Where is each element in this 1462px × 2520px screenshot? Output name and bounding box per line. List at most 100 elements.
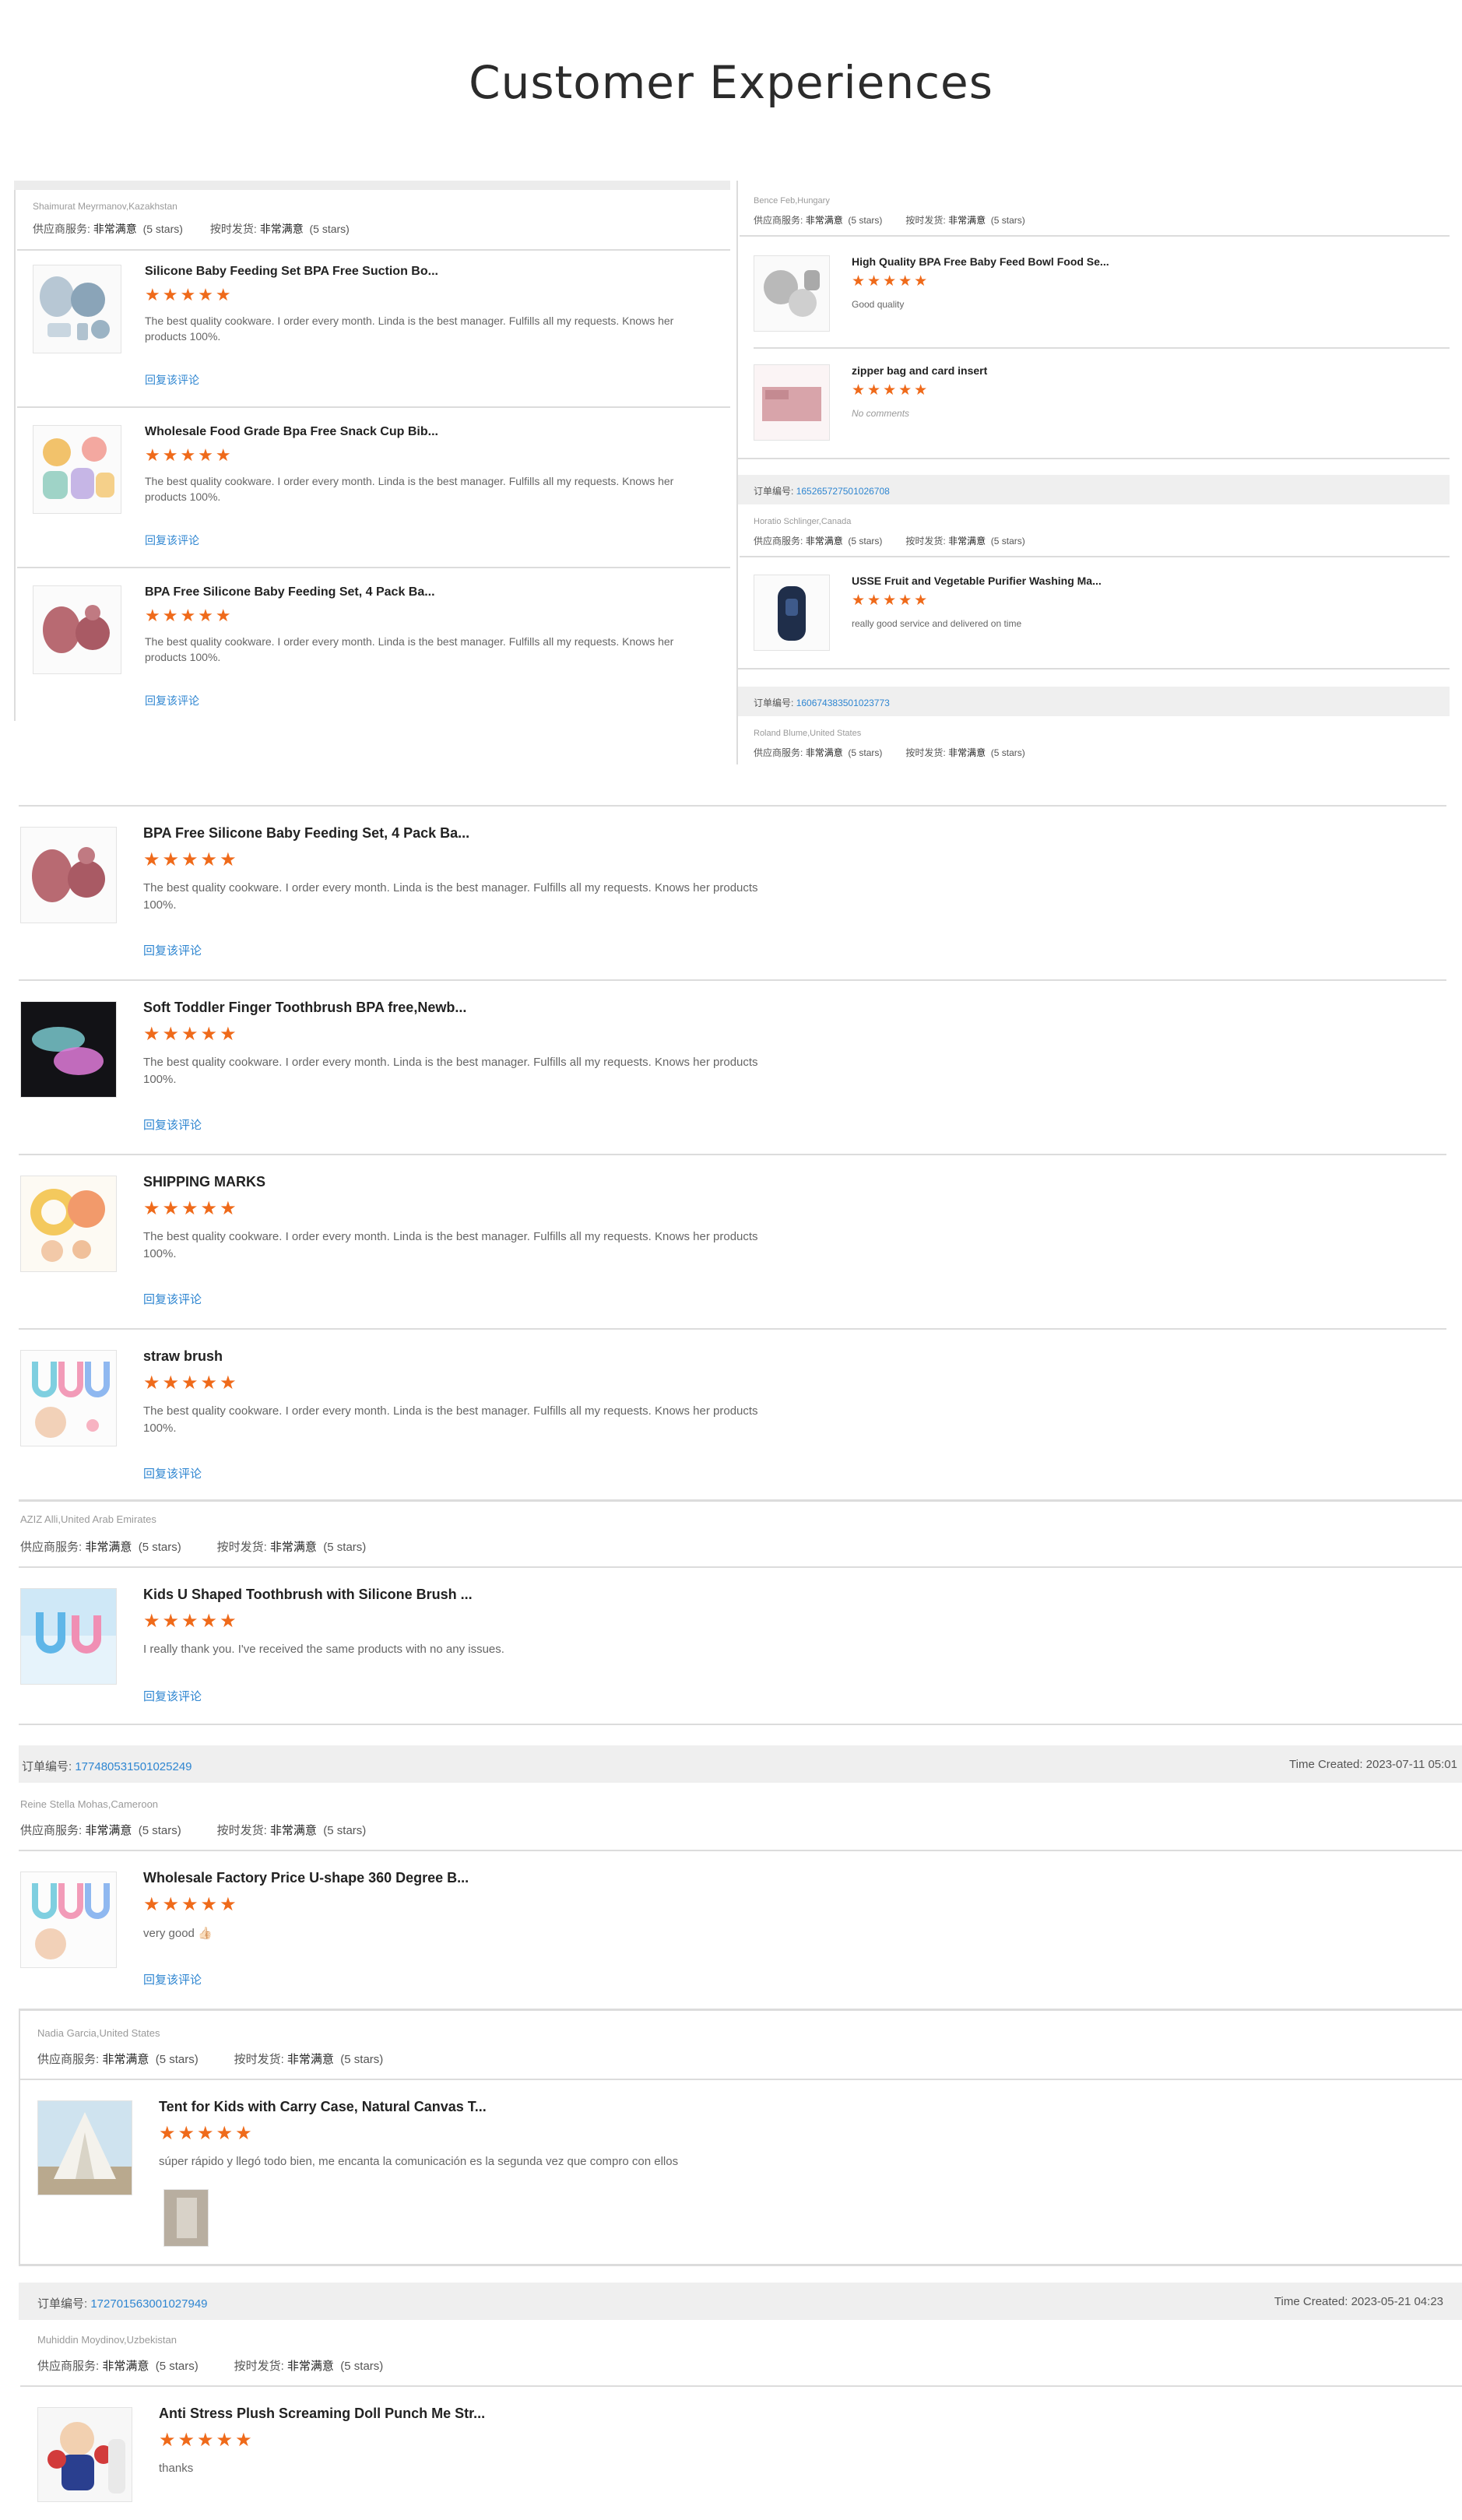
product-title[interactable]: Kids U Shaped Toothbrush with Silicone B… bbox=[143, 1587, 473, 1603]
product-thumbnail[interactable] bbox=[20, 1872, 117, 1968]
u-toothbrush-image bbox=[21, 1872, 116, 1967]
reply-link[interactable]: 回复该评论 bbox=[143, 1971, 202, 1988]
product-title[interactable]: straw brush bbox=[143, 1348, 223, 1365]
tent-image bbox=[38, 2101, 132, 2195]
service-ratings: 供应商服务: 非常满意 (5 stars) 按时发货: 非常满意 (5 star… bbox=[754, 536, 1025, 547]
review-comment: Good quality bbox=[852, 299, 905, 310]
service-ratings: 供应商服务: 非常满意 (5 stars) 按时发货: 非常满意 (5 star… bbox=[754, 747, 1025, 758]
review-comment: súper rápido y llegó todo bien, me encan… bbox=[159, 2155, 679, 2168]
order-id[interactable]: 160674383501023773 bbox=[796, 698, 890, 708]
service-ratings: 供应商服务: 非常满意 (5 stars) 按时发货: 非常满意 (5 star… bbox=[37, 2053, 384, 2066]
product-title[interactable]: zipper bag and card insert bbox=[852, 364, 987, 377]
reply-link[interactable]: 回复该评论 bbox=[143, 1116, 202, 1133]
divider bbox=[19, 2010, 20, 2265]
reply-link[interactable]: 回复该评论 bbox=[143, 942, 202, 958]
divider bbox=[740, 556, 1450, 557]
rating-stars: ★★★★★ bbox=[852, 273, 930, 290]
product-thumbnail[interactable] bbox=[20, 1350, 117, 1446]
review-comment: really good service and delivered on tim… bbox=[852, 618, 1022, 629]
panel-top-bar bbox=[14, 181, 730, 190]
divider bbox=[19, 979, 1446, 981]
review-photo[interactable] bbox=[163, 2189, 209, 2247]
product-title[interactable]: Wholesale Food Grade Bpa Free Snack Cup … bbox=[145, 425, 438, 439]
reply-link[interactable]: 回复该评论 bbox=[145, 532, 199, 548]
product-thumbnail[interactable] bbox=[754, 364, 830, 441]
top-right-panel: Bence Feb,Hungary 供应商服务: 非常满意 (5 stars) … bbox=[736, 181, 1450, 764]
service-ratings: 供应商服务: 非常满意 (5 stars) 按时发货: 非常满意 (5 star… bbox=[20, 1541, 367, 1554]
order-header: 订单编号: 177480531501025249 Time Created: 2… bbox=[19, 1745, 1462, 1783]
buyer-name: Horatio Schlinger,Canada bbox=[754, 517, 852, 526]
product-title[interactable]: Tent for Kids with Carry Case, Natural C… bbox=[159, 2099, 487, 2115]
rating-stars: ★★★★★ bbox=[145, 606, 234, 625]
buyer-name: AZIZ Alli,United Arab Emirates bbox=[20, 1513, 156, 1525]
divider bbox=[19, 1328, 1446, 1330]
reply-link[interactable]: 回复该评论 bbox=[145, 693, 199, 708]
product-title[interactable]: Wholesale Factory Price U-shape 360 Degr… bbox=[143, 1870, 469, 1886]
divider bbox=[740, 235, 1450, 237]
divider bbox=[20, 2079, 1462, 2080]
review-comment: very good 👍🏻 bbox=[143, 1927, 213, 1940]
page-title: Customer Experiences bbox=[469, 56, 993, 109]
finger-toothbrush-image bbox=[21, 1002, 116, 1097]
shower-cap-image bbox=[21, 1176, 116, 1271]
buyer-name: Roland Blume,United States bbox=[754, 729, 862, 738]
product-thumbnail[interactable] bbox=[20, 1588, 117, 1685]
feed-bowl-image bbox=[754, 256, 829, 331]
reply-link[interactable]: 回复该评论 bbox=[143, 1465, 202, 1481]
product-thumbnail[interactable] bbox=[754, 255, 830, 332]
rating-stars: ★★★★★ bbox=[143, 1611, 239, 1632]
service-ratings: 供应商服务: 非常满意 (5 stars) 按时发货: 非常满意 (5 star… bbox=[37, 2360, 384, 2373]
rating-stars: ★★★★★ bbox=[159, 2430, 255, 2451]
review-comment: The best quality cookware. I order every… bbox=[143, 1056, 758, 1086]
divider bbox=[754, 347, 1450, 349]
top-left-panel: Shaimurat Meyrmanov,Kazakhstan 供应商服务: 非常… bbox=[14, 181, 730, 721]
snack-cup-image bbox=[33, 426, 121, 513]
product-title[interactable]: Anti Stress Plush Screaming Doll Punch M… bbox=[159, 2406, 485, 2422]
product-title[interactable]: Silicone Baby Feeding Set BPA Free Sucti… bbox=[145, 265, 438, 279]
reply-link[interactable]: 回复该评论 bbox=[143, 1688, 202, 1704]
product-title[interactable]: USSE Fruit and Vegetable Purifier Washin… bbox=[852, 575, 1102, 587]
product-thumbnail[interactable] bbox=[754, 575, 830, 651]
product-title[interactable]: SHIPPING MARKS bbox=[143, 1174, 265, 1190]
product-title[interactable]: High Quality BPA Free Baby Feed Bowl Foo… bbox=[852, 255, 1109, 268]
review-comment: The best quality cookware. I order every… bbox=[143, 1404, 758, 1435]
feeding-set-image bbox=[33, 265, 121, 353]
review-comment: The best quality cookware. I order every… bbox=[145, 475, 674, 503]
service-ratings: 供应商服务: 非常满意 (5 stars) 按时发货: 非常满意 (5 star… bbox=[20, 1824, 367, 1837]
product-thumbnail[interactable] bbox=[20, 1176, 117, 1272]
reply-link[interactable]: 回复该评论 bbox=[145, 372, 199, 388]
rating-stars: ★★★★★ bbox=[143, 849, 239, 870]
product-thumbnail[interactable] bbox=[37, 2407, 132, 2502]
product-thumbnail[interactable] bbox=[20, 827, 117, 923]
order-id[interactable]: 165265727501026708 bbox=[796, 486, 890, 497]
order-header: 订单编号: 165265727501026708 bbox=[738, 475, 1450, 504]
divider bbox=[17, 567, 730, 568]
divider bbox=[19, 805, 1446, 807]
order-id[interactable]: 172701563001027949 bbox=[90, 2297, 207, 2311]
order-header: 订单编号: 172701563001027949 Time Created: 2… bbox=[19, 2283, 1462, 2320]
product-thumbnail[interactable] bbox=[33, 585, 121, 674]
divider bbox=[19, 1850, 1462, 1851]
divider bbox=[20, 2385, 1462, 2387]
product-title[interactable]: Soft Toddler Finger Toothbrush BPA free,… bbox=[143, 1000, 466, 1016]
review-photo-image bbox=[164, 2190, 208, 2246]
rating-stars: ★★★★★ bbox=[143, 1894, 239, 1915]
product-title[interactable]: BPA Free Silicone Baby Feeding Set, 4 Pa… bbox=[145, 585, 435, 599]
product-thumbnail[interactable] bbox=[37, 2100, 132, 2195]
buyer-name: Muhiddin Moydinov,Uzbekistan bbox=[37, 2334, 177, 2346]
reply-link[interactable]: 回复该评论 bbox=[143, 1291, 202, 1307]
product-thumbnail[interactable] bbox=[33, 265, 121, 353]
divider bbox=[19, 1724, 1462, 1725]
rating-stars: ★★★★★ bbox=[143, 1198, 239, 1219]
product-title[interactable]: BPA Free Silicone Baby Feeding Set, 4 Pa… bbox=[143, 825, 469, 842]
divider bbox=[19, 1499, 1462, 1502]
review-comment: No comments bbox=[852, 408, 910, 419]
purifier-image bbox=[754, 575, 829, 650]
buyer-name: Nadia Garcia,United States bbox=[37, 2027, 160, 2039]
order-id[interactable]: 177480531501025249 bbox=[75, 1760, 192, 1773]
product-thumbnail[interactable] bbox=[33, 425, 121, 514]
time-created: Time Created: 2023-05-21 04:23 bbox=[1274, 2295, 1443, 2308]
rating-stars: ★★★★★ bbox=[145, 445, 234, 465]
product-thumbnail[interactable] bbox=[20, 1001, 117, 1098]
review-comment: I really thank you. I've received the sa… bbox=[143, 1643, 504, 1656]
